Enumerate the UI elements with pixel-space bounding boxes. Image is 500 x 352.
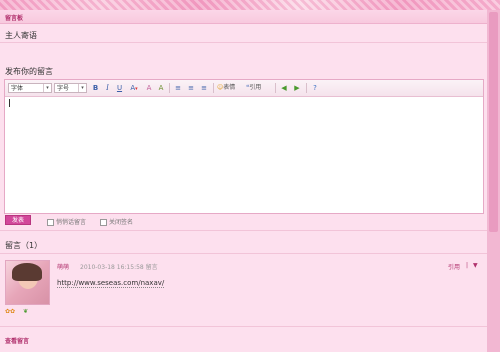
toolbar-separator [306,83,307,93]
hide-signature-checkbox[interactable]: 关闭签名 [100,217,133,226]
divider [0,42,487,43]
message-body-text: http://www.seseas.com/naxav/ [57,279,165,288]
text-caret [9,99,10,107]
checkbox-box [100,219,107,226]
checkbox-box [47,219,54,226]
chevron-down-icon: ▾ [43,84,51,92]
font-select-value: 字体 [11,85,24,92]
underline-icon[interactable]: U [115,83,124,93]
toolbar-separator [275,83,276,93]
emoticon-button[interactable]: ☺表情 [217,83,243,93]
background-color-icon[interactable]: A [156,83,166,93]
compose-title: 发布你的留言 [5,67,53,76]
owner-message-title: 主人寄语 [5,31,37,40]
italic-icon[interactable]: I [103,83,112,93]
top-banner [0,0,500,10]
align-left-icon[interactable]: ≡ [173,83,183,93]
emoticon-label: 表情 [223,84,236,91]
chevron-down-icon: ▾ [78,84,86,92]
panel-titlebar: 留言板 [0,10,487,24]
divider [0,326,487,327]
redo-icon[interactable]: ▶ [292,83,302,93]
divider [0,230,487,231]
highlight-icon[interactable]: A [144,83,154,93]
divider [0,253,487,254]
private-option-label: 悄悄话留言 [56,219,87,226]
message-time: 2010-03-18 16:15:58 留言 [80,264,158,271]
font-color-icon[interactable]: A▾ [127,83,141,93]
quote-button[interactable]: ❝引用 [246,83,272,93]
reply-link[interactable]: 引用 [448,262,460,271]
align-right-icon[interactable]: ≡ [199,83,209,93]
dropdown-arrow-icon[interactable]: ▼ [473,262,478,269]
sprout-icon: ❦ [23,308,29,315]
toolbar-separator [169,83,170,93]
font-family-select[interactable]: 字体 ▾ [8,83,52,93]
bold-icon[interactable]: B [91,83,100,93]
editor-toolbar: 字体 ▾ 字号 ▾ B I U A▾ A A ≡ ≡ ≡ ☺表情 ❝引用 ◀ ▶ ? [5,80,483,97]
undo-icon[interactable]: ◀ [279,83,289,93]
message-editor[interactable]: 字体 ▾ 字号 ▾ B I U A▾ A A ≡ ≡ ≡ ☺表情 ❝引用 ◀ ▶ ? [4,79,484,214]
private-message-checkbox[interactable]: 悄悄话留言 [47,217,86,226]
help-icon[interactable]: ? [310,83,320,93]
avatar[interactable] [5,260,50,305]
signature-option-label: 关闭签名 [109,219,134,226]
view-messages-link[interactable]: 查看留言 [5,336,29,345]
quote-label: 引用 [249,84,262,91]
size-select-value: 字号 [57,85,70,92]
flower-icon: ✿✿ [5,308,16,315]
scrollbar-thumb[interactable] [489,12,498,232]
vertical-divider: | [466,262,469,269]
align-center-icon[interactable]: ≡ [186,83,196,93]
message-body: http://www.seseas.com/naxav/ [57,279,165,288]
panel-title: 留言板 [5,15,24,22]
submit-button[interactable]: 发表 [5,215,31,225]
messages-title: 留言（1） [5,241,43,250]
message-author[interactable]: 萌萌 [57,262,69,271]
toolbar-separator [213,83,214,93]
font-size-select[interactable]: 字号 ▾ [54,83,87,93]
